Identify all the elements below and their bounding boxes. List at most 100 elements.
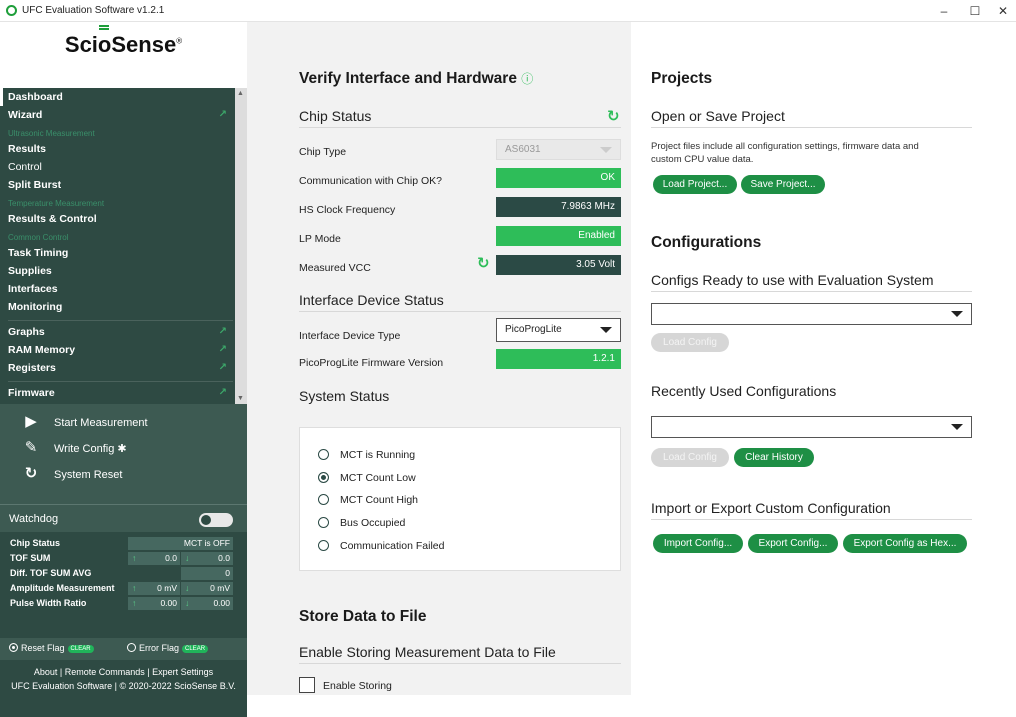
diff-tof-value: 0 xyxy=(181,567,233,580)
save-project-button[interactable]: Save Project... xyxy=(741,175,825,194)
tof-sum-up: ↑ 0.0 xyxy=(128,552,180,565)
info-icon[interactable]: ⓘ xyxy=(521,72,533,86)
recent-configs-select[interactable] xyxy=(651,416,972,438)
title-bar: UFC Evaluation Software v1.2.1 – ☐ ✕ xyxy=(0,0,1016,22)
nav-ram-memory[interactable]: RAM Memory ↗ xyxy=(0,341,247,359)
nav-graphs[interactable]: Graphs ↗ xyxy=(0,323,247,341)
interface-type-select[interactable]: PicoProgLite xyxy=(496,318,621,342)
write-config-button[interactable]: ✎ Write Config ✱ xyxy=(22,438,127,458)
reset-flag[interactable]: Reset Flag CLEAR xyxy=(9,643,94,653)
radio-indicator xyxy=(318,449,329,460)
firmware-version-label: PicoProgLite Firmware Version xyxy=(299,357,444,369)
nav-firmware[interactable]: Firmware ↗ xyxy=(0,384,247,402)
sidebar-footer: About | Remote Commands | Expert Setting… xyxy=(0,660,247,717)
import-config-button[interactable]: Import Config... xyxy=(653,534,743,553)
arrow-down-icon: ↓ xyxy=(185,598,190,608)
status-mct-running: MCT is Running xyxy=(318,447,415,463)
nav-results-control[interactable]: Results & Control xyxy=(0,210,247,228)
load-project-button[interactable]: Load Project... xyxy=(653,175,737,194)
radio-indicator xyxy=(127,643,136,652)
error-flag-clear-button[interactable]: CLEAR xyxy=(182,645,209,653)
chip-type-select: AS6031 xyxy=(496,139,621,160)
configs-ready-select[interactable] xyxy=(651,303,972,325)
measured-vcc-value: 3.05 Volt xyxy=(496,255,621,275)
error-flag[interactable]: Error Flag CLEAR xyxy=(127,643,209,653)
nav-group-common: Common Control xyxy=(8,233,69,242)
communication-status: OK xyxy=(496,168,621,188)
nav-task-timing[interactable]: Task Timing xyxy=(0,244,247,262)
reset-flag-clear-button[interactable]: CLEAR xyxy=(67,645,94,653)
radio-indicator xyxy=(9,643,18,652)
firmware-version-value: 1.2.1 xyxy=(496,349,621,369)
nav-scrollbar[interactable]: ▲ ▼ xyxy=(235,88,247,404)
tof-sum-label: TOF SUM xyxy=(10,553,51,563)
chevron-down-icon xyxy=(951,424,963,430)
chip-status-value: MCT is OFF xyxy=(128,537,233,550)
external-link-icon: ↗ xyxy=(218,362,227,373)
tof-sum-down: ↓ 0.0 xyxy=(181,552,233,565)
external-link-icon: ↗ xyxy=(218,387,227,398)
chip-status-heading: Chip Status xyxy=(299,108,621,128)
close-button[interactable]: ✕ xyxy=(988,2,1016,20)
minimize-button[interactable]: – xyxy=(929,2,959,20)
modified-indicator: ✱ xyxy=(117,443,127,455)
refresh-icon[interactable]: ↻ xyxy=(477,254,490,272)
diff-tof-label: Diff. TOF SUM AVG xyxy=(10,568,92,578)
arrow-up-icon: ↑ xyxy=(132,553,137,563)
watchdog-toggle[interactable] xyxy=(199,513,233,527)
measurement-summary: Chip Status MCT is OFF TOF SUM ↑ 0.0 ↓ 0.0… xyxy=(0,532,247,638)
nav-monitoring[interactable]: Monitoring xyxy=(0,298,247,316)
hs-clock-label: HS Clock Frequency xyxy=(299,204,396,216)
recent-load-config-button[interactable]: Load Config xyxy=(651,448,729,467)
export-config-button[interactable]: Export Config... xyxy=(748,534,838,553)
chip-status-label: Chip Status xyxy=(10,538,61,548)
enable-storing-checkbox[interactable] xyxy=(299,677,315,693)
system-reset-button[interactable]: ↻ System Reset xyxy=(22,464,123,484)
nav-split-burst[interactable]: Split Burst xyxy=(0,176,247,194)
refresh-icon[interactable]: ↻ xyxy=(607,107,620,125)
nav-registers[interactable]: Registers ↗ xyxy=(0,359,247,377)
sidebar: Sci oSense® Dashboard Wizard ↗ Ultrasonic … xyxy=(0,22,247,717)
nav-interfaces[interactable]: Interfaces xyxy=(0,280,247,298)
configurations-title: Configurations xyxy=(651,234,762,251)
sciosense-logo: Sci oSense® xyxy=(0,22,247,88)
enable-storing-heading: Enable Storing Measurement Data to File xyxy=(299,644,621,664)
nav-control[interactable]: Control xyxy=(0,158,247,176)
pen-icon: ✎ xyxy=(24,439,38,456)
watchdog-label: Watchdog xyxy=(9,513,59,525)
maximize-button[interactable]: ☐ xyxy=(960,2,990,20)
watchdog-row: Watchdog xyxy=(0,504,247,532)
interface-device-heading: Interface Device Status xyxy=(299,292,621,312)
export-config-hex-button[interactable]: Export Config as Hex... xyxy=(843,534,967,553)
chevron-down-icon xyxy=(600,327,612,333)
enable-storing-label: Enable Storing xyxy=(323,680,392,692)
nav-dashboard[interactable]: Dashboard xyxy=(0,88,247,106)
load-config-button[interactable]: Load Config xyxy=(651,333,729,352)
start-measurement-button[interactable]: ▶ Start Measurement xyxy=(22,412,147,432)
lp-mode-value: Enabled xyxy=(496,226,621,246)
clear-history-button[interactable]: Clear History xyxy=(734,448,814,467)
chip-type-label: Chip Type xyxy=(299,146,347,158)
action-panel: ▶ Start Measurement ✎ Write Config ✱ ↻ Syst… xyxy=(0,404,247,504)
status-mct-count-low: MCT Count Low xyxy=(318,470,416,486)
scroll-up-icon[interactable]: ▲ xyxy=(237,90,244,97)
footer-links[interactable]: About | Remote Commands | Expert Setting… xyxy=(0,667,247,677)
radio-indicator xyxy=(318,540,329,551)
pulse-width-up: ↑ 0.00 xyxy=(128,597,180,610)
recent-configs-heading: Recently Used Configurations xyxy=(651,383,837,399)
external-link-icon: ↗ xyxy=(218,344,227,355)
amplitude-label: Amplitude Measurement xyxy=(10,583,115,593)
chevron-down-icon xyxy=(951,311,963,317)
nav-results[interactable]: Results xyxy=(0,140,247,158)
app-icon xyxy=(6,5,17,16)
store-data-title: Store Data to File xyxy=(299,608,427,625)
scroll-down-icon[interactable]: ▼ xyxy=(237,395,244,402)
projects-title: Projects xyxy=(651,70,713,87)
external-link-icon: ↗ xyxy=(218,109,227,120)
status-mct-count-high: MCT Count High xyxy=(318,492,418,508)
pulse-width-label: Pulse Width Ratio xyxy=(10,598,87,608)
status-communication-failed: Communication Failed xyxy=(318,538,444,554)
nav-supplies[interactable]: Supplies xyxy=(0,262,247,280)
reset-icon: ↻ xyxy=(24,465,38,482)
nav-wizard[interactable]: Wizard ↗ xyxy=(0,106,247,124)
